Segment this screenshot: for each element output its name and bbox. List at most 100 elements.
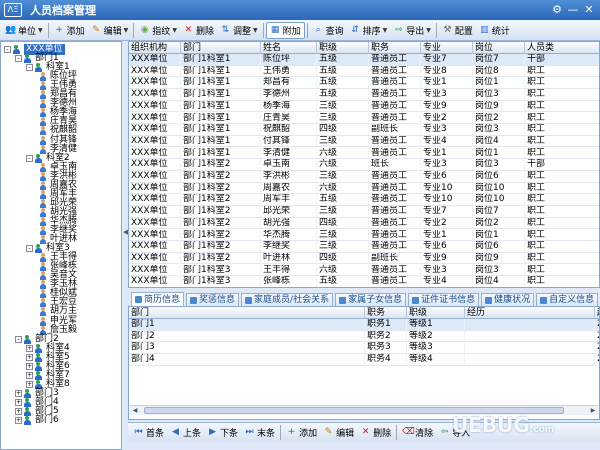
table-cell: 岗位9 [473, 100, 525, 112]
column-header[interactable]: 经历 [465, 307, 595, 319]
column-header[interactable]: 部门 [181, 42, 261, 54]
expand-icon[interactable]: + [15, 408, 22, 415]
collapse-icon[interactable]: - [15, 335, 22, 343]
tab-3[interactable]: 家庭成员/社会关系 [241, 293, 334, 306]
collapse-icon[interactable]: - [26, 64, 33, 72]
table-row[interactable]: XXX单位 部门1科室2 周嘉农 六级 普通员工 专业10 岗位10 职工 [129, 182, 599, 195]
chevron-down-icon[interactable]: ▼ [253, 27, 258, 34]
table-row[interactable]: XXX单位 部门1科室1 王伟勇 五级 普通员工 专业8 岗位8 职工 [129, 65, 599, 78]
nav-first-button[interactable]: ⏮ 首条 [130, 424, 167, 441]
table-row[interactable]: XXX单位 部门1科室1 李清健 六级 普通员工 专业1 岗位1 职工 [129, 147, 599, 160]
table-cell: 部门1科室1 [181, 54, 261, 65]
chevron-down-icon[interactable]: ▼ [383, 27, 388, 34]
tab-2[interactable]: 奖惩信息 [186, 293, 240, 306]
table-row[interactable]: XXX单位 部门1科室1 祝麒韶 四级 副班长 专业3 岗位3 职工 [129, 124, 599, 136]
table-row[interactable]: XXX单位 部门1科室1 郑昌有 五级 普通员工 专业1 岗位1 职工 [129, 77, 599, 89]
column-header[interactable]: 职务 [369, 42, 421, 54]
toolbar-edit-button[interactable]: ✎ 编辑 ▼ [88, 22, 132, 39]
toolbar-fingerprint-button[interactable]: ◉ 指纹 ▼ [136, 22, 180, 39]
table-cell: 职工 [525, 183, 599, 194]
expand-icon[interactable]: + [15, 417, 22, 425]
table-cell [465, 330, 595, 342]
table-row[interactable]: 部门3职务3等级3 2006-03-01 [129, 342, 599, 354]
table-row[interactable]: XXX单位 部门1科室1 李德州 五级 普通员工 专业3 岗位3 职工 [129, 89, 599, 101]
table-row[interactable]: XXX单位 部门1科室2 李继奖 三级 普通员工 专业6 岗位6 职工 [129, 241, 599, 253]
column-header[interactable]: 职务 [365, 307, 407, 319]
nav-last-button[interactable]: ⏭ 末条 [241, 424, 278, 441]
expand-icon[interactable]: + [26, 353, 33, 361]
table-cell: 专业6 [421, 171, 473, 182]
column-header[interactable]: 部门 [129, 307, 365, 319]
collapse-icon[interactable]: - [26, 245, 33, 253]
column-header[interactable]: 岗位 [473, 42, 525, 54]
nav-add-button[interactable]: + 添加 [283, 424, 320, 441]
expand-icon[interactable]: + [26, 362, 33, 370]
table-row[interactable]: XXX单位 部门1科室2 周军丰 五级 普通员工 专业10 岗位10 职工 [129, 194, 599, 206]
expand-icon[interactable]: + [26, 344, 33, 352]
table-row[interactable]: XXX单位 部门1科室1 陈位坪 五级 普通员工 专业7 岗位7 干部 [129, 54, 599, 66]
toolbar-attach-button[interactable]: ▦ 附加 [265, 21, 305, 39]
table-row[interactable]: XXX单位 部门1科室3 王丰得 六级 普通员工 专业3 岗位3 职工 [129, 264, 599, 277]
table-cell: 部门1科室2 [181, 171, 261, 182]
toolbar-export-button[interactable]: ⇨ 导出 ▼ [390, 22, 434, 39]
tab-4[interactable]: 家属子女信息 [335, 293, 407, 306]
chevron-down-icon[interactable]: ▼ [172, 27, 177, 34]
toolbar-add-button[interactable]: + 添加 [51, 22, 88, 39]
toolbar-adjust-button[interactable]: ⇅ 调整 ▼ [217, 22, 261, 39]
nav-prev-button[interactable]: ◀ 上条 [167, 424, 204, 441]
table-row[interactable]: 部门4职务4等级4 2009-03-01 [129, 354, 599, 366]
expand-icon[interactable]: + [26, 371, 33, 379]
nav-next-button[interactable]: ▶ 下条 [204, 424, 241, 441]
settings-gear-icon[interactable]: ⚙ [550, 3, 564, 17]
chevron-down-icon[interactable]: ▼ [426, 27, 431, 34]
tree-node[interactable]: + 部门6 [15, 415, 59, 426]
expand-icon[interactable]: + [15, 398, 22, 406]
table-row[interactable]: XXX单位 部门1科室2 邱光荣 三级 普通员工 专业7 岗位7 职工 [129, 206, 599, 218]
toolbar-sort-button[interactable]: ⇵ 排序 ▼ [347, 22, 391, 39]
expand-icon[interactable]: + [15, 389, 22, 397]
collapse-icon[interactable]: - [4, 46, 11, 53]
column-header[interactable]: 职级 [407, 307, 465, 319]
org-tree: - XXX单位 - 部门1- 科室1 陈位坪 王伟勇 郑昌有 李德州 杨季海 庄青昊 祝麒韶 付其锋 李清… [0, 41, 122, 450]
collapse-icon[interactable]: - [15, 55, 22, 63]
table-row[interactable]: XXX单位 部门1科室2 叶进林 四级 副班长 专业9 岗位9 职工 [129, 252, 599, 265]
close-icon[interactable]: ✕ [582, 3, 596, 17]
table-row[interactable]: XXX单位 部门1科室3 张峰栋 五级 普通员工 专业4 岗位4 职工 [129, 276, 599, 287]
table-row[interactable]: XXX单位 部门1科室1 杨季海 三级 普通员工 专业9 岗位9 职工 [129, 100, 599, 113]
toolbar-search-button[interactable]: ⌕ 查询 [310, 22, 347, 39]
column-header[interactable]: 姓名 [261, 42, 317, 54]
toolbar-stats-button[interactable]: ▥ 统计 [476, 22, 513, 39]
table-row[interactable]: XXX单位 部门1科室2 卓玉南 六级 班长 专业3 岗位3 干部 [129, 159, 599, 171]
scroll-right-icon[interactable]: ▶ [588, 406, 598, 415]
nav-delete-button[interactable]: ✕ 删除 [357, 424, 394, 441]
tab-1[interactable]: 简历信息 [131, 292, 185, 306]
toolbar-separator [435, 22, 437, 38]
table-row[interactable]: XXX单位 部门1科室2 李洪彬 三级 普通员工 专业6 岗位6 职工 [129, 171, 599, 183]
tab-6[interactable]: 健康状况 [481, 293, 535, 306]
column-header[interactable]: 职级 [317, 42, 369, 54]
tab-5[interactable]: 证件证书信息 [408, 293, 480, 306]
chevron-down-icon[interactable]: ▼ [124, 27, 129, 34]
tab-7[interactable]: 自定义信息 [536, 293, 599, 306]
table-row[interactable]: XXX单位 部门1科室1 付其锋 三级 普通员工 专业4 岗位4 职工 [129, 135, 599, 148]
column-header[interactable]: 起始时间 [595, 307, 599, 319]
table-row[interactable]: XXX单位 部门1科室2 华杰腾 三级 普通员工 专业1 岗位1 职工 [129, 229, 599, 241]
nav-clear-button[interactable]: ⌫ 清除 [399, 424, 436, 441]
table-row[interactable]: XXX单位 部门1科室2 胡光强 四级 普通员工 专业2 岗位2 职工 [129, 217, 599, 230]
collapse-icon[interactable]: - [26, 154, 33, 162]
table-row[interactable]: XXX单位 部门1科室1 庄青昊 三级 普通员工 专业2 岗位2 职工 [129, 112, 599, 124]
chevron-down-icon[interactable]: ▼ [38, 27, 43, 34]
column-header[interactable]: 人员类 [525, 42, 599, 54]
expand-icon[interactable]: + [26, 380, 33, 388]
column-header[interactable]: 组织机构 [129, 42, 181, 54]
table-row[interactable]: 部门2职务2等级2 2003-03-01 [129, 330, 599, 343]
toolbar-users-button[interactable]: 👥 单位 ▼ [2, 22, 46, 39]
nav-edit-button[interactable]: ✎ 编辑 [320, 424, 357, 441]
table-cell: 李清健 [261, 147, 317, 159]
toolbar-config-button[interactable]: ⚒ 配置 [439, 22, 476, 39]
minimize-icon[interactable]: — [566, 3, 580, 17]
scroll-left-icon[interactable]: ◀ [130, 406, 140, 415]
toolbar-delete-button[interactable]: ✕ 删除 [180, 22, 217, 39]
table-row[interactable]: 部门1职务1等级1 2000-03-01 [129, 319, 599, 331]
column-header[interactable]: 专业 [421, 42, 473, 54]
